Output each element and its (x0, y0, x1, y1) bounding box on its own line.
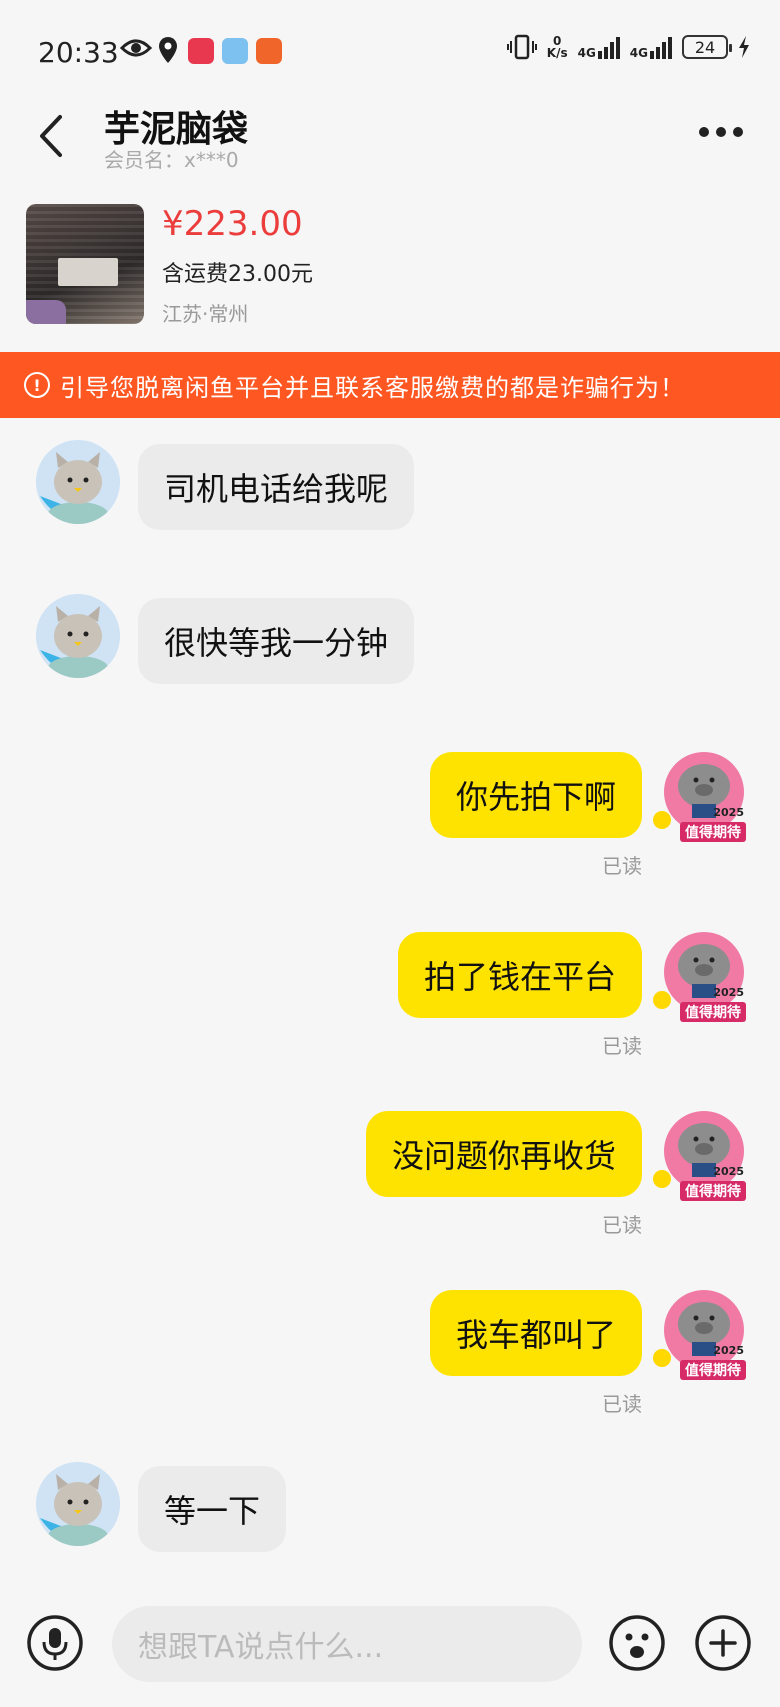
badge-slogan: 值得期待 (685, 824, 741, 841)
user-avatar[interactable]: 2025 值得期待 (652, 928, 750, 1026)
read-status: 已读 (602, 854, 642, 878)
app-notification-icon (256, 38, 282, 64)
status-bar: 20:33 0 K/s 4G 4G 24 (0, 0, 780, 100)
pig-avatar-icon: 2025 值得期待 (653, 752, 746, 842)
status-right: 0 K/s 4G 4G 24 (506, 34, 750, 60)
network-type-label: 4G (577, 46, 596, 60)
pig-avatar-icon: 2025 值得期待 (653, 932, 746, 1022)
badge-year: 2025 (713, 1165, 744, 1178)
badge-year: 2025 (713, 1344, 744, 1357)
pig-avatar-icon: 2025 值得期待 (653, 1290, 746, 1380)
network-speed: 0 K/s (547, 35, 568, 59)
member-name: 会员名：x***0 (104, 148, 239, 172)
read-status: 已读 (602, 1034, 642, 1058)
weather-app-icon (222, 38, 248, 64)
emoji-icon[interactable] (608, 1614, 666, 1672)
user-avatar[interactable]: 2025 值得期待 (652, 1286, 750, 1384)
signal-bars-icon (597, 35, 620, 59)
network-type-label: 4G (629, 46, 648, 60)
add-attachment-icon[interactable] (694, 1614, 752, 1672)
message-bubble-outgoing[interactable]: 没问题你再收货 (365, 1111, 642, 1197)
battery-level: 24 (694, 37, 716, 57)
location-icon (159, 37, 177, 63)
badge-slogan: 值得期待 (685, 1183, 741, 1200)
seller-avatar[interactable] (36, 594, 120, 678)
battery-icon: 24 (682, 35, 732, 59)
badge-slogan: 值得期待 (685, 1362, 741, 1379)
input-bar: 想跟TA说点什么... (0, 1590, 780, 1707)
seller-avatar[interactable] (36, 1462, 120, 1546)
message-bubble-outgoing[interactable]: 拍了钱在平台 (397, 932, 642, 1018)
vibrate-icon (506, 34, 537, 60)
chat-header: 芋泥脑袋 会员名：x***0 (0, 100, 780, 180)
product-shipping: 含运费23.00元 (162, 262, 313, 287)
cat-avatar-icon (36, 1462, 120, 1546)
message-bubble-incoming[interactable]: 等一下 (138, 1466, 287, 1552)
seller-avatar[interactable] (36, 440, 120, 524)
badge-year: 2025 (713, 806, 744, 819)
read-status: 已读 (602, 1392, 642, 1416)
product-card[interactable]: ¥223.00 含运费23.00元 江苏·常州 (0, 200, 780, 330)
badge-year: 2025 (713, 986, 744, 999)
status-time: 20:33 (38, 36, 119, 69)
pig-avatar-icon: 2025 值得期待 (653, 1111, 746, 1201)
message-input[interactable]: 想跟TA说点什么... (112, 1606, 582, 1682)
product-price: ¥223.00 (162, 204, 303, 244)
more-options-icon[interactable] (698, 126, 744, 138)
product-location: 江苏·常州 (162, 302, 249, 326)
product-thumbnail[interactable] (26, 204, 144, 324)
user-avatar[interactable]: 2025 值得期待 (652, 1107, 750, 1205)
microphone-icon[interactable] (26, 1614, 84, 1672)
message-bubble-incoming[interactable]: 很快等我一分钟 (138, 598, 415, 684)
warning-text: 引导您脱离闲鱼平台并且联系客服缴费的都是诈骗行为！ (60, 373, 685, 402)
back-arrow-icon[interactable] (36, 114, 66, 158)
signal-bars-icon (650, 35, 672, 59)
cat-avatar-icon (36, 594, 120, 678)
eye-icon (120, 39, 152, 57)
network-speed-unit: K/s (546, 46, 568, 60)
badge-slogan: 值得期待 (685, 1004, 741, 1021)
alert-icon: ! (24, 372, 50, 398)
user-avatar[interactable]: 2025 值得期待 (652, 748, 750, 846)
app-notification-icon (188, 38, 214, 64)
fraud-warning-banner: ! 引导您脱离闲鱼平台并且联系客服缴费的都是诈骗行为！ (0, 352, 780, 418)
charging-icon (739, 36, 749, 58)
message-bubble-outgoing[interactable]: 我车都叫了 (429, 1290, 642, 1376)
message-bubble-incoming[interactable]: 司机电话给我呢 (138, 444, 415, 530)
signal-sim2: 4G (630, 35, 672, 59)
cat-avatar-icon (36, 440, 120, 524)
message-bubble-outgoing[interactable]: 你先拍下啊 (429, 752, 642, 838)
read-status: 已读 (602, 1213, 642, 1237)
signal-sim1: 4G (578, 35, 620, 59)
